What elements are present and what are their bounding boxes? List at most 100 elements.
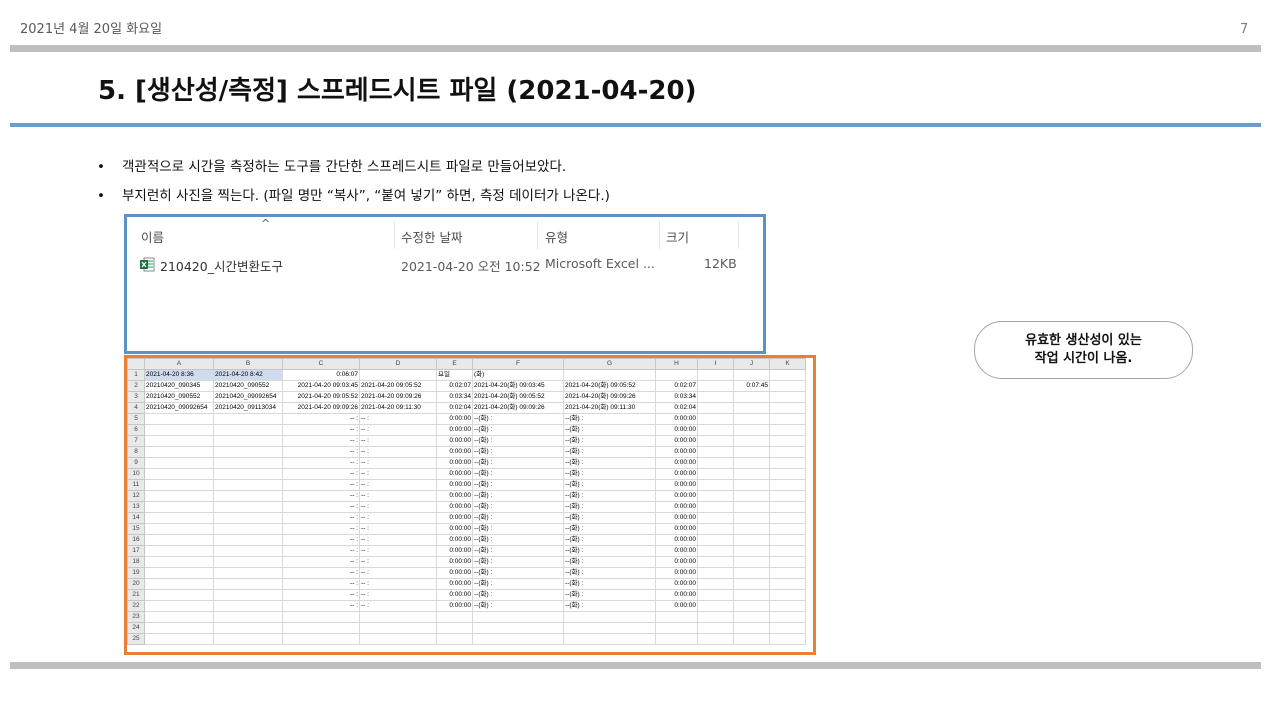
cell[interactable] (769, 600, 806, 612)
cell[interactable] (733, 523, 770, 535)
cell[interactable] (733, 611, 770, 623)
cell[interactable]: --(화) : (472, 523, 564, 535)
cell[interactable] (213, 523, 283, 535)
cell[interactable] (697, 633, 734, 645)
cell[interactable]: --(화) : (563, 435, 656, 447)
row-number[interactable]: 1 (127, 369, 145, 381)
cell[interactable]: 0:00:00 (655, 457, 698, 469)
cell[interactable]: 0:02:04 (436, 402, 473, 414)
cell[interactable]: 요일 (436, 369, 473, 381)
row-number[interactable]: 20 (127, 578, 145, 590)
cell[interactable]: --(화) : (563, 589, 656, 601)
cell[interactable] (213, 567, 283, 579)
cell[interactable]: 0:00:00 (655, 567, 698, 579)
cell[interactable] (144, 457, 214, 469)
cell[interactable]: -- : (359, 446, 437, 458)
row-number[interactable]: 19 (127, 567, 145, 579)
cell[interactable] (733, 501, 770, 513)
cell[interactable]: 0:00:00 (436, 446, 473, 458)
cell[interactable]: 0:02:07 (436, 380, 473, 392)
cell[interactable] (769, 369, 806, 381)
cell[interactable] (697, 457, 734, 469)
cell[interactable] (213, 457, 283, 469)
cell[interactable]: 0:00:00 (436, 512, 473, 524)
cell[interactable] (733, 622, 770, 634)
cell[interactable] (144, 490, 214, 502)
column-header-size[interactable]: 크기 (666, 227, 689, 246)
cell[interactable] (144, 578, 214, 590)
cell[interactable] (655, 633, 698, 645)
cell[interactable] (769, 413, 806, 425)
cell[interactable]: 0:00:00 (655, 523, 698, 535)
column-header[interactable]: K (769, 358, 806, 370)
cell[interactable] (144, 424, 214, 436)
cell[interactable]: 2021-04-20(화) 09:09:26 (472, 402, 564, 414)
cell[interactable] (769, 380, 806, 392)
cell[interactable]: 0:00:00 (436, 545, 473, 557)
cell[interactable]: --(화) : (472, 490, 564, 502)
cell[interactable] (144, 479, 214, 491)
row-number[interactable]: 10 (127, 468, 145, 480)
cell[interactable]: 2021-04-20(화) 09:03:45 (472, 380, 564, 392)
cell[interactable] (769, 578, 806, 590)
cell[interactable]: 0:00:00 (436, 490, 473, 502)
cell[interactable] (144, 534, 214, 546)
cell[interactable] (655, 611, 698, 623)
file-name[interactable]: 210420_시간변환도구 (160, 256, 283, 275)
cell[interactable]: -- : (282, 512, 360, 524)
row-number[interactable]: 8 (127, 446, 145, 458)
cell[interactable]: --(화) : (472, 534, 564, 546)
cell[interactable]: -- : (282, 578, 360, 590)
row-number[interactable]: 2 (127, 380, 145, 392)
cell[interactable]: 0:00:00 (655, 424, 698, 436)
cell[interactable] (733, 556, 770, 568)
cell[interactable] (769, 479, 806, 491)
cell[interactable] (144, 545, 214, 557)
cell[interactable]: 0:00:00 (436, 479, 473, 491)
cell[interactable] (697, 534, 734, 546)
row-number[interactable]: 4 (127, 402, 145, 414)
cell[interactable]: -- : (282, 534, 360, 546)
cell[interactable] (359, 611, 437, 623)
cell[interactable] (213, 435, 283, 447)
cell[interactable]: 20210420_09113034 (213, 402, 283, 414)
column-header[interactable]: G (563, 358, 656, 370)
cell[interactable]: -- : (282, 413, 360, 425)
cell[interactable] (733, 600, 770, 612)
cell[interactable] (213, 512, 283, 524)
cell[interactable]: 0:00:00 (655, 545, 698, 557)
cell[interactable]: 0:00:00 (436, 523, 473, 535)
cell[interactable]: 0:00:00 (655, 490, 698, 502)
cell[interactable]: -- : (282, 424, 360, 436)
cell[interactable] (472, 622, 564, 634)
cell[interactable]: --(화) : (563, 578, 656, 590)
cell[interactable]: --(화) : (472, 435, 564, 447)
cell[interactable] (697, 468, 734, 480)
cell[interactable] (144, 611, 214, 623)
cell[interactable] (769, 490, 806, 502)
row-number[interactable]: 3 (127, 391, 145, 403)
cell[interactable]: 0:00:00 (436, 600, 473, 612)
row-number[interactable]: 12 (127, 490, 145, 502)
cell[interactable] (144, 413, 214, 425)
cell[interactable] (769, 556, 806, 568)
row-number[interactable]: 24 (127, 622, 145, 634)
cell[interactable] (733, 578, 770, 590)
cell[interactable] (733, 567, 770, 579)
row-number[interactable]: 5 (127, 413, 145, 425)
cell[interactable]: 0:00:00 (655, 556, 698, 568)
cell[interactable]: -- : (359, 578, 437, 590)
cell[interactable]: -- : (359, 512, 437, 524)
cell[interactable] (769, 523, 806, 535)
cell[interactable] (563, 633, 656, 645)
cell[interactable] (769, 402, 806, 414)
cell[interactable] (144, 633, 214, 645)
cell[interactable] (697, 622, 734, 634)
cell[interactable]: -- : (359, 589, 437, 601)
cell[interactable] (769, 534, 806, 546)
cell[interactable] (697, 600, 734, 612)
cell[interactable]: -- : (359, 468, 437, 480)
row-number[interactable]: 21 (127, 589, 145, 601)
cell[interactable] (733, 633, 770, 645)
row-number[interactable]: 6 (127, 424, 145, 436)
